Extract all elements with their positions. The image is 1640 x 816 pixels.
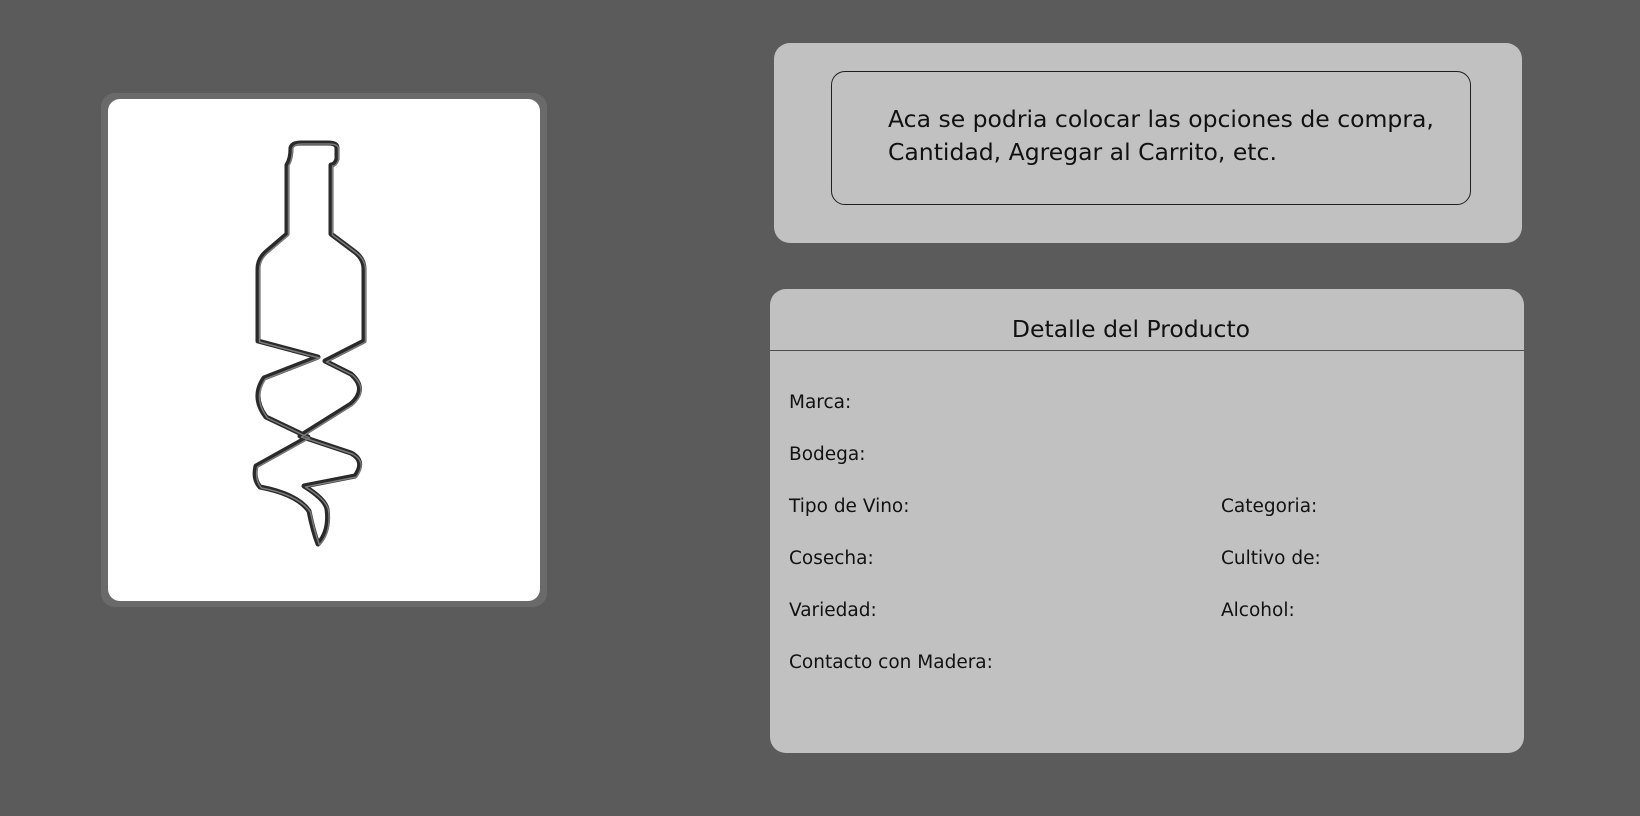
field-bodega: Bodega: [789, 444, 866, 465]
field-categoria: Categoria: [1221, 496, 1318, 517]
purchase-options-panel: Aca se podria colocar las opciones de co… [774, 43, 1522, 243]
purchase-text-line-2: Cantidad, Agregar al Carrito, etc. [888, 138, 1277, 166]
field-cosecha: Cosecha: [789, 548, 874, 569]
field-tipo-de-vino: Tipo de Vino: [789, 496, 910, 517]
detail-divider [770, 350, 1524, 351]
field-cultivo-de: Cultivo de: [1221, 548, 1321, 569]
field-marca: Marca: [789, 392, 852, 413]
product-image-card [101, 93, 547, 607]
field-alcohol: Alcohol: [1221, 600, 1295, 621]
corkscrew-bottle-icon [252, 140, 367, 547]
product-image [108, 99, 540, 601]
field-contacto-con-madera: Contacto con Madera: [789, 652, 993, 673]
field-variedad: Variedad: [789, 600, 877, 621]
detail-title: Detalle del Producto [1011, 315, 1251, 343]
product-detail-panel: Detalle del Producto Marca: Bodega: Tipo… [770, 289, 1524, 753]
purchase-text-line-1: Aca se podria colocar las opciones de co… [888, 105, 1434, 133]
purchase-options-text: Aca se podria colocar las opciones de co… [888, 103, 1448, 169]
purchase-options-box: Aca se podria colocar las opciones de co… [831, 71, 1471, 205]
